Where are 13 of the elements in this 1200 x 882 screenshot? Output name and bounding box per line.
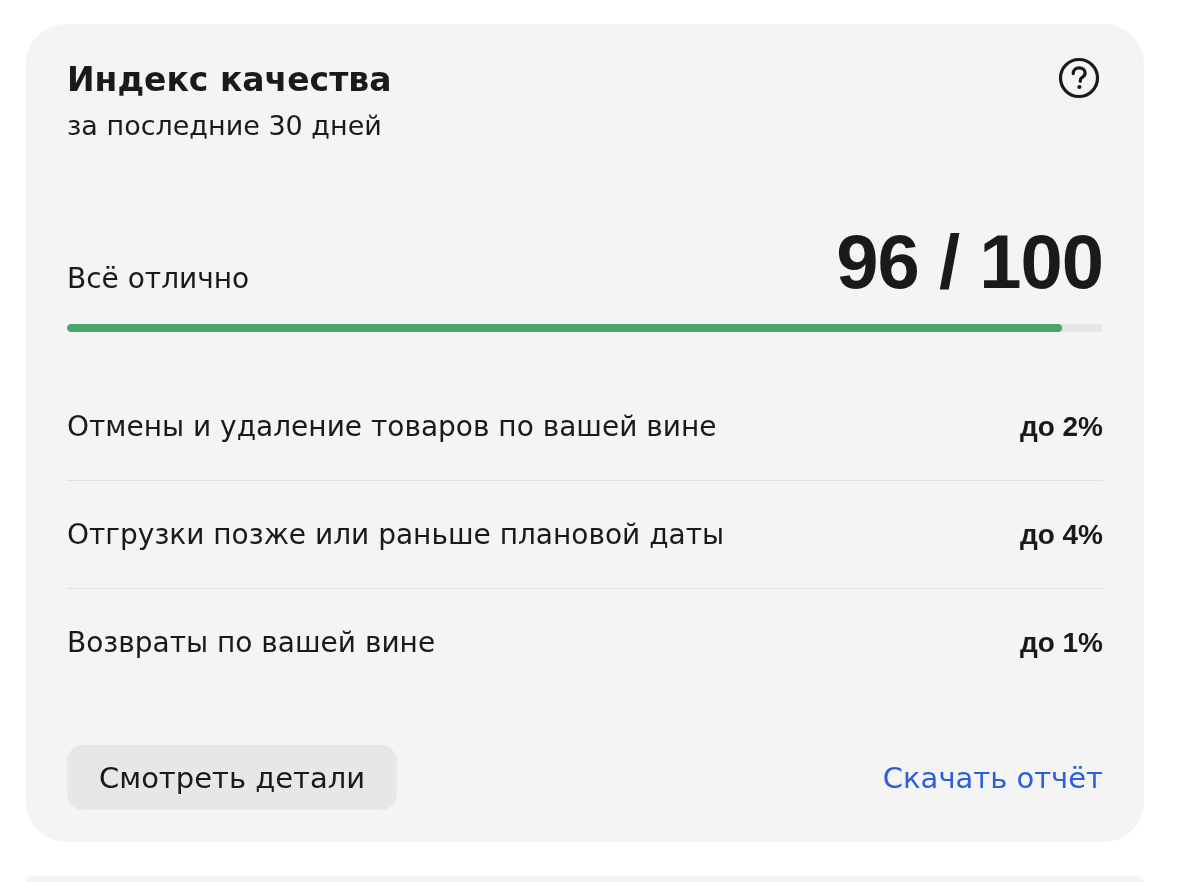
details-button[interactable]: Смотреть детали xyxy=(67,745,398,810)
help-icon[interactable] xyxy=(1058,57,1100,99)
card-title: Индекс качества xyxy=(67,60,392,100)
metric-value: до 2% xyxy=(1019,409,1103,444)
metric-label: Возвраты по вашей вине xyxy=(67,626,436,660)
metric-value: до 4% xyxy=(1019,517,1103,552)
status-text: Всё отлично xyxy=(67,262,250,296)
score-value: 96 / 100 xyxy=(836,224,1103,300)
metric-value: до 1% xyxy=(1019,626,1103,660)
metric-label: Отгрузки позже или раньше плановой даты xyxy=(67,517,725,552)
card-subtitle: за последние 30 дней xyxy=(67,110,383,142)
download-report-link[interactable]: Скачать отчёт xyxy=(882,760,1103,795)
metric-label: Отмены и удаление товаров по вашей вине xyxy=(67,409,717,444)
